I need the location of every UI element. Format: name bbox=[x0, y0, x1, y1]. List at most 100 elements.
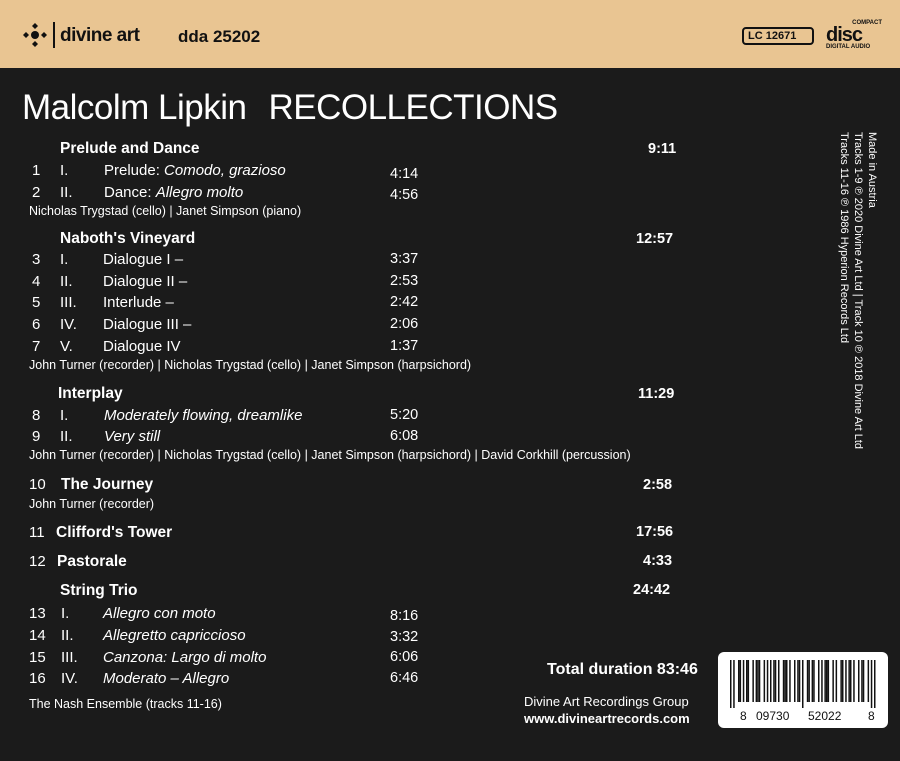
label-code: LC 12671 bbox=[742, 27, 814, 45]
work-duration: 12:57 bbox=[636, 231, 674, 247]
barcode-bars-icon bbox=[730, 660, 876, 708]
track-duration: 8:16 bbox=[390, 608, 419, 624]
track-duration: 1:37 bbox=[390, 338, 419, 354]
track-title: Dialogue III – bbox=[103, 316, 192, 333]
track-title: Allegretto capriccioso bbox=[103, 627, 246, 644]
work-duration: 2:58 bbox=[643, 477, 673, 493]
track-number: 6 bbox=[32, 316, 41, 333]
barcode-digit: 09730 bbox=[756, 709, 790, 723]
track-title: Dialogue II – bbox=[103, 273, 188, 290]
track-duration: 3:32 bbox=[390, 629, 419, 645]
brand-name: divine art bbox=[60, 25, 140, 46]
side-line: Tracks 11-16 ℗ 1986 Hyperion Records Ltd bbox=[838, 132, 850, 344]
track-title: Dialogue IV bbox=[103, 338, 181, 355]
movement-number: II. bbox=[60, 273, 73, 290]
track-number: 4 bbox=[32, 273, 41, 290]
work-duration: 11:29 bbox=[638, 386, 675, 402]
barcode: 8 09730 52022 8 bbox=[718, 652, 888, 728]
track-duration: 2:42 bbox=[390, 294, 419, 310]
work-duration: 4:33 bbox=[643, 553, 673, 569]
work-title: Naboth's Vineyard bbox=[60, 230, 196, 247]
movement-number: V. bbox=[60, 338, 73, 355]
track-title: Moderato – Allegro bbox=[103, 670, 230, 687]
track-number: 13 bbox=[29, 605, 46, 622]
track-title: Moderately flowing, dreamlike bbox=[104, 407, 303, 424]
track-number: 9 bbox=[32, 428, 41, 445]
movement-number: I. bbox=[60, 162, 69, 179]
movement-number: I. bbox=[60, 407, 69, 424]
copyright-side-text: Made in Austria Tracks 1-9 ℗ 2020 Divine… bbox=[838, 132, 878, 492]
track-number: 10 bbox=[29, 476, 46, 493]
side-line: Tracks 1-9 ℗ 2020 Divine Art Ltd | Track… bbox=[852, 132, 864, 450]
side-line: Made in Austria bbox=[866, 132, 878, 208]
track-number: 3 bbox=[32, 251, 41, 268]
album-name: RECOLLECTIONS bbox=[268, 88, 558, 127]
track-number: 14 bbox=[29, 627, 46, 644]
cd-logo-bottom: DIGITAL AUDIO bbox=[826, 44, 871, 50]
brand-divider bbox=[53, 22, 55, 48]
track-number: 7 bbox=[32, 338, 41, 355]
movement-number: I. bbox=[60, 251, 69, 268]
website: www.divineartrecords.com bbox=[524, 711, 690, 726]
track-duration: 6:06 bbox=[390, 649, 419, 665]
barcode-digit: 52022 bbox=[808, 709, 842, 723]
track-number: 5 bbox=[32, 294, 41, 311]
track-duration: 4:14 bbox=[390, 166, 419, 182]
work-title: Pastorale bbox=[57, 553, 127, 570]
track-number: 16 bbox=[29, 670, 46, 687]
track-title: Dialogue I – bbox=[103, 251, 184, 268]
track-title: Canzona: Largo di molto bbox=[103, 649, 267, 666]
track-duration: 2:06 bbox=[390, 316, 419, 332]
track-number: 15 bbox=[29, 649, 46, 666]
publisher-group: Divine Art Recordings Group bbox=[524, 694, 689, 709]
performers: The Nash Ensemble (tracks 11-16) bbox=[29, 697, 222, 711]
movement-number: IV. bbox=[61, 670, 78, 687]
track-number: 12 bbox=[29, 553, 46, 570]
work-title: Clifford's Tower bbox=[56, 524, 173, 541]
composer-name: Malcolm Lipkin bbox=[22, 88, 247, 127]
performers: John Turner (recorder) | Nicholas Trygst… bbox=[29, 358, 472, 372]
track-title: Dance: Allegro molto bbox=[104, 184, 244, 201]
track-number: 11 bbox=[29, 524, 45, 541]
album-title: Malcolm Lipkin RECOLLECTIONS bbox=[22, 88, 558, 128]
work-duration: 24:42 bbox=[633, 582, 671, 598]
work-title: The Journey bbox=[61, 476, 154, 493]
track-duration: 6:08 bbox=[390, 428, 419, 444]
track-duration: 4:56 bbox=[390, 187, 419, 203]
cd-logo-main: disc bbox=[826, 24, 863, 46]
work-duration: 9:11 bbox=[648, 141, 677, 157]
movement-number: II. bbox=[60, 184, 73, 201]
track-number: 2 bbox=[32, 184, 41, 201]
work-title: String Trio bbox=[60, 582, 138, 599]
track-duration: 5:20 bbox=[390, 407, 419, 423]
total-duration: Total duration 83:46 bbox=[547, 661, 698, 678]
work-duration: 17:56 bbox=[636, 524, 674, 540]
movement-number: II. bbox=[60, 428, 73, 445]
movement-number: III. bbox=[60, 294, 77, 311]
track-number: 1 bbox=[32, 162, 41, 179]
compact-disc-logo: COMPACT disc DIGITAL AUDIO bbox=[826, 20, 882, 56]
track-duration: 2:53 bbox=[390, 273, 419, 289]
performers: John Turner (recorder) bbox=[29, 497, 155, 511]
track-duration: 6:46 bbox=[390, 670, 419, 686]
performers: John Turner (recorder) | Nicholas Trygst… bbox=[29, 448, 631, 462]
track-title: Interlude – bbox=[103, 294, 174, 311]
track-number: 8 bbox=[32, 407, 41, 424]
divine-art-logo-icon bbox=[23, 23, 47, 47]
movement-number: II. bbox=[61, 627, 74, 644]
track-title: Allegro con moto bbox=[103, 605, 216, 622]
header-bar: divine art dda 25202 LC 12671 COMPACT di… bbox=[0, 0, 900, 68]
track-title: Very still bbox=[104, 428, 161, 445]
barcode-digit: 8 bbox=[740, 709, 747, 723]
catalog-number: dda 25202 bbox=[178, 27, 261, 46]
barcode-digit: 8 bbox=[868, 709, 875, 723]
work-title: Prelude and Dance bbox=[60, 140, 200, 157]
track-duration: 3:37 bbox=[390, 251, 419, 267]
movement-number: I. bbox=[61, 605, 70, 622]
work-title: Interplay bbox=[58, 385, 123, 402]
cd-back-cover: divine art dda 25202 LC 12671 COMPACT di… bbox=[0, 0, 900, 761]
track-title: Prelude: Comodo, grazioso bbox=[104, 162, 286, 179]
performers: Nicholas Trygstad (cello) | Janet Simpso… bbox=[29, 204, 302, 218]
movement-number: IV. bbox=[60, 316, 77, 333]
movement-number: III. bbox=[61, 649, 78, 666]
